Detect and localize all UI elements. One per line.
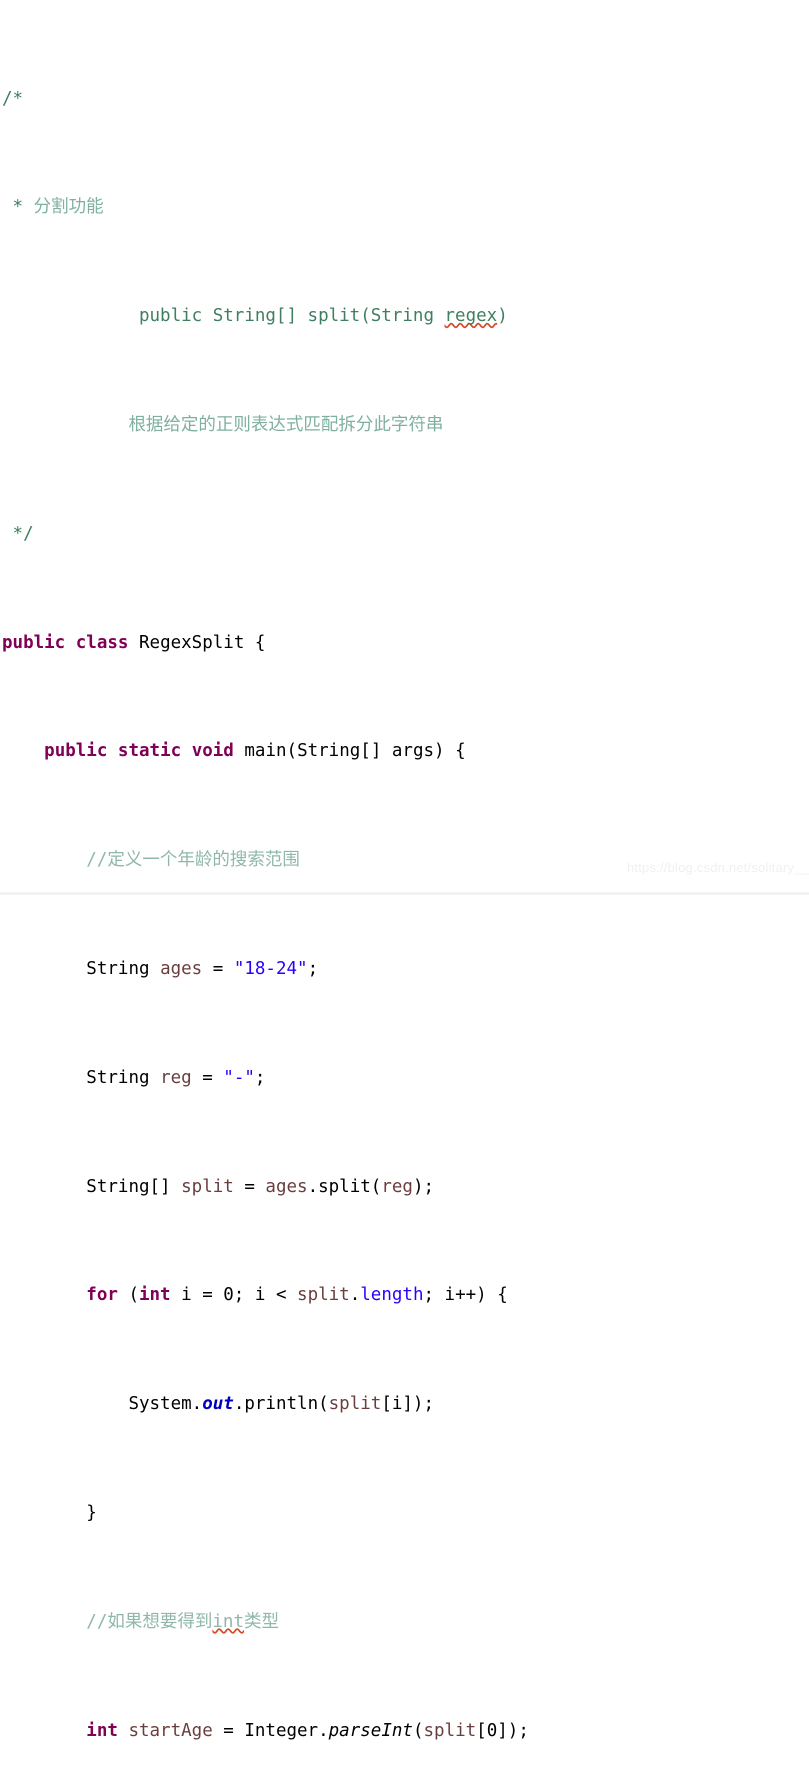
code-line-16: int startAge = Integer.parseInt(split[0]…	[86, 1720, 529, 1741]
code-line-11: String[] split = ages.split(reg);	[86, 1176, 435, 1197]
code-line-9: String ages = "18-24";	[86, 958, 319, 979]
variable-split-index: split	[328, 1394, 382, 1415]
main-method-signature: main(String[] args) {	[244, 741, 466, 762]
javadoc-signature-arg: regex	[444, 306, 498, 327]
method-println: .println(	[233, 1394, 329, 1415]
variable-ages: ages	[160, 958, 203, 979]
method-parseint: parseInt	[328, 1720, 413, 1741]
class-declaration-name: RegexSplit {	[139, 632, 266, 653]
type-string-array-split: String[]	[86, 1176, 182, 1197]
block-comment-open: /*	[2, 88, 24, 109]
code-line-4: 根据给定的正则表达式匹配拆分此字符串	[2, 412, 809, 439]
code-line-1: /*	[2, 86, 809, 113]
comment-define-age-range: //定义一个年龄的搜索范围	[86, 850, 300, 871]
type-string-reg: String	[86, 1067, 161, 1088]
csdn-watermark: https://blog.csdn.net/solitary__	[626, 860, 809, 875]
code-line-5: */	[2, 521, 809, 548]
call-split: .split(	[307, 1176, 382, 1197]
field-length: length	[360, 1285, 424, 1306]
keyword-class: class	[75, 632, 129, 653]
variable-reg-ref: reg	[381, 1176, 413, 1197]
javadoc-signature-tail: )	[497, 306, 508, 327]
keyword-void: void	[191, 741, 234, 762]
code-line-2: * 分割功能	[2, 194, 809, 221]
block-comment-close: */	[2, 523, 34, 544]
string-literal-dash: "-"	[223, 1067, 255, 1088]
code-line-13: System.out.println(split[i]);	[128, 1394, 435, 1415]
code-line-6: public class RegexSplit {	[2, 630, 809, 657]
code-editor-content[interactable]: /* * 分割功能 public String[] split(String r…	[0, 0, 809, 1790]
keyword-public-main: public	[44, 741, 108, 762]
comment-int-type-post: 类型	[243, 1611, 279, 1632]
variable-startage: startAge	[117, 1720, 213, 1741]
type-string-ages: String	[86, 958, 161, 979]
keyword-for: for	[86, 1285, 118, 1306]
variable-ages-ref: ages	[265, 1176, 308, 1197]
closing-brace-for1: }	[86, 1502, 97, 1523]
comment-int-type-pre: //如果想要得到	[86, 1611, 213, 1632]
system-ref: System.	[128, 1394, 203, 1415]
variable-split-arg0: split	[423, 1720, 477, 1741]
comment-int-type-word: int	[212, 1611, 244, 1632]
variable-reg: reg	[160, 1067, 192, 1088]
field-system-out: out	[202, 1394, 234, 1415]
keyword-int-loop: int	[138, 1285, 171, 1306]
javadoc-signature-head: public String[] split(String	[138, 306, 445, 327]
string-literal-18-24: "18-24"	[233, 958, 308, 979]
keyword-public: public	[2, 632, 66, 653]
code-line-7: public static void main(String[] args) {	[2, 738, 809, 765]
block-comment-title: 分割功能	[33, 197, 104, 218]
code-line-10: String reg = "-";	[86, 1067, 266, 1088]
javadoc-description: 根据给定的正则表达式匹配拆分此字符串	[128, 415, 444, 435]
code-line-12: for (int i = 0; i < split.length; i++) {	[86, 1285, 508, 1306]
class-integer: Integer.	[244, 1720, 329, 1741]
keyword-static: static	[117, 741, 182, 762]
code-line-3: public String[] split(String regex)	[2, 303, 809, 330]
variable-split: split	[181, 1176, 234, 1197]
code-line-14: }	[2, 1500, 809, 1527]
keyword-int-startage: int	[86, 1720, 118, 1741]
variable-split-ref: split	[297, 1285, 350, 1306]
block-comment-star: *	[2, 197, 24, 218]
code-line-15: //如果想要得到int类型	[2, 1609, 809, 1636]
